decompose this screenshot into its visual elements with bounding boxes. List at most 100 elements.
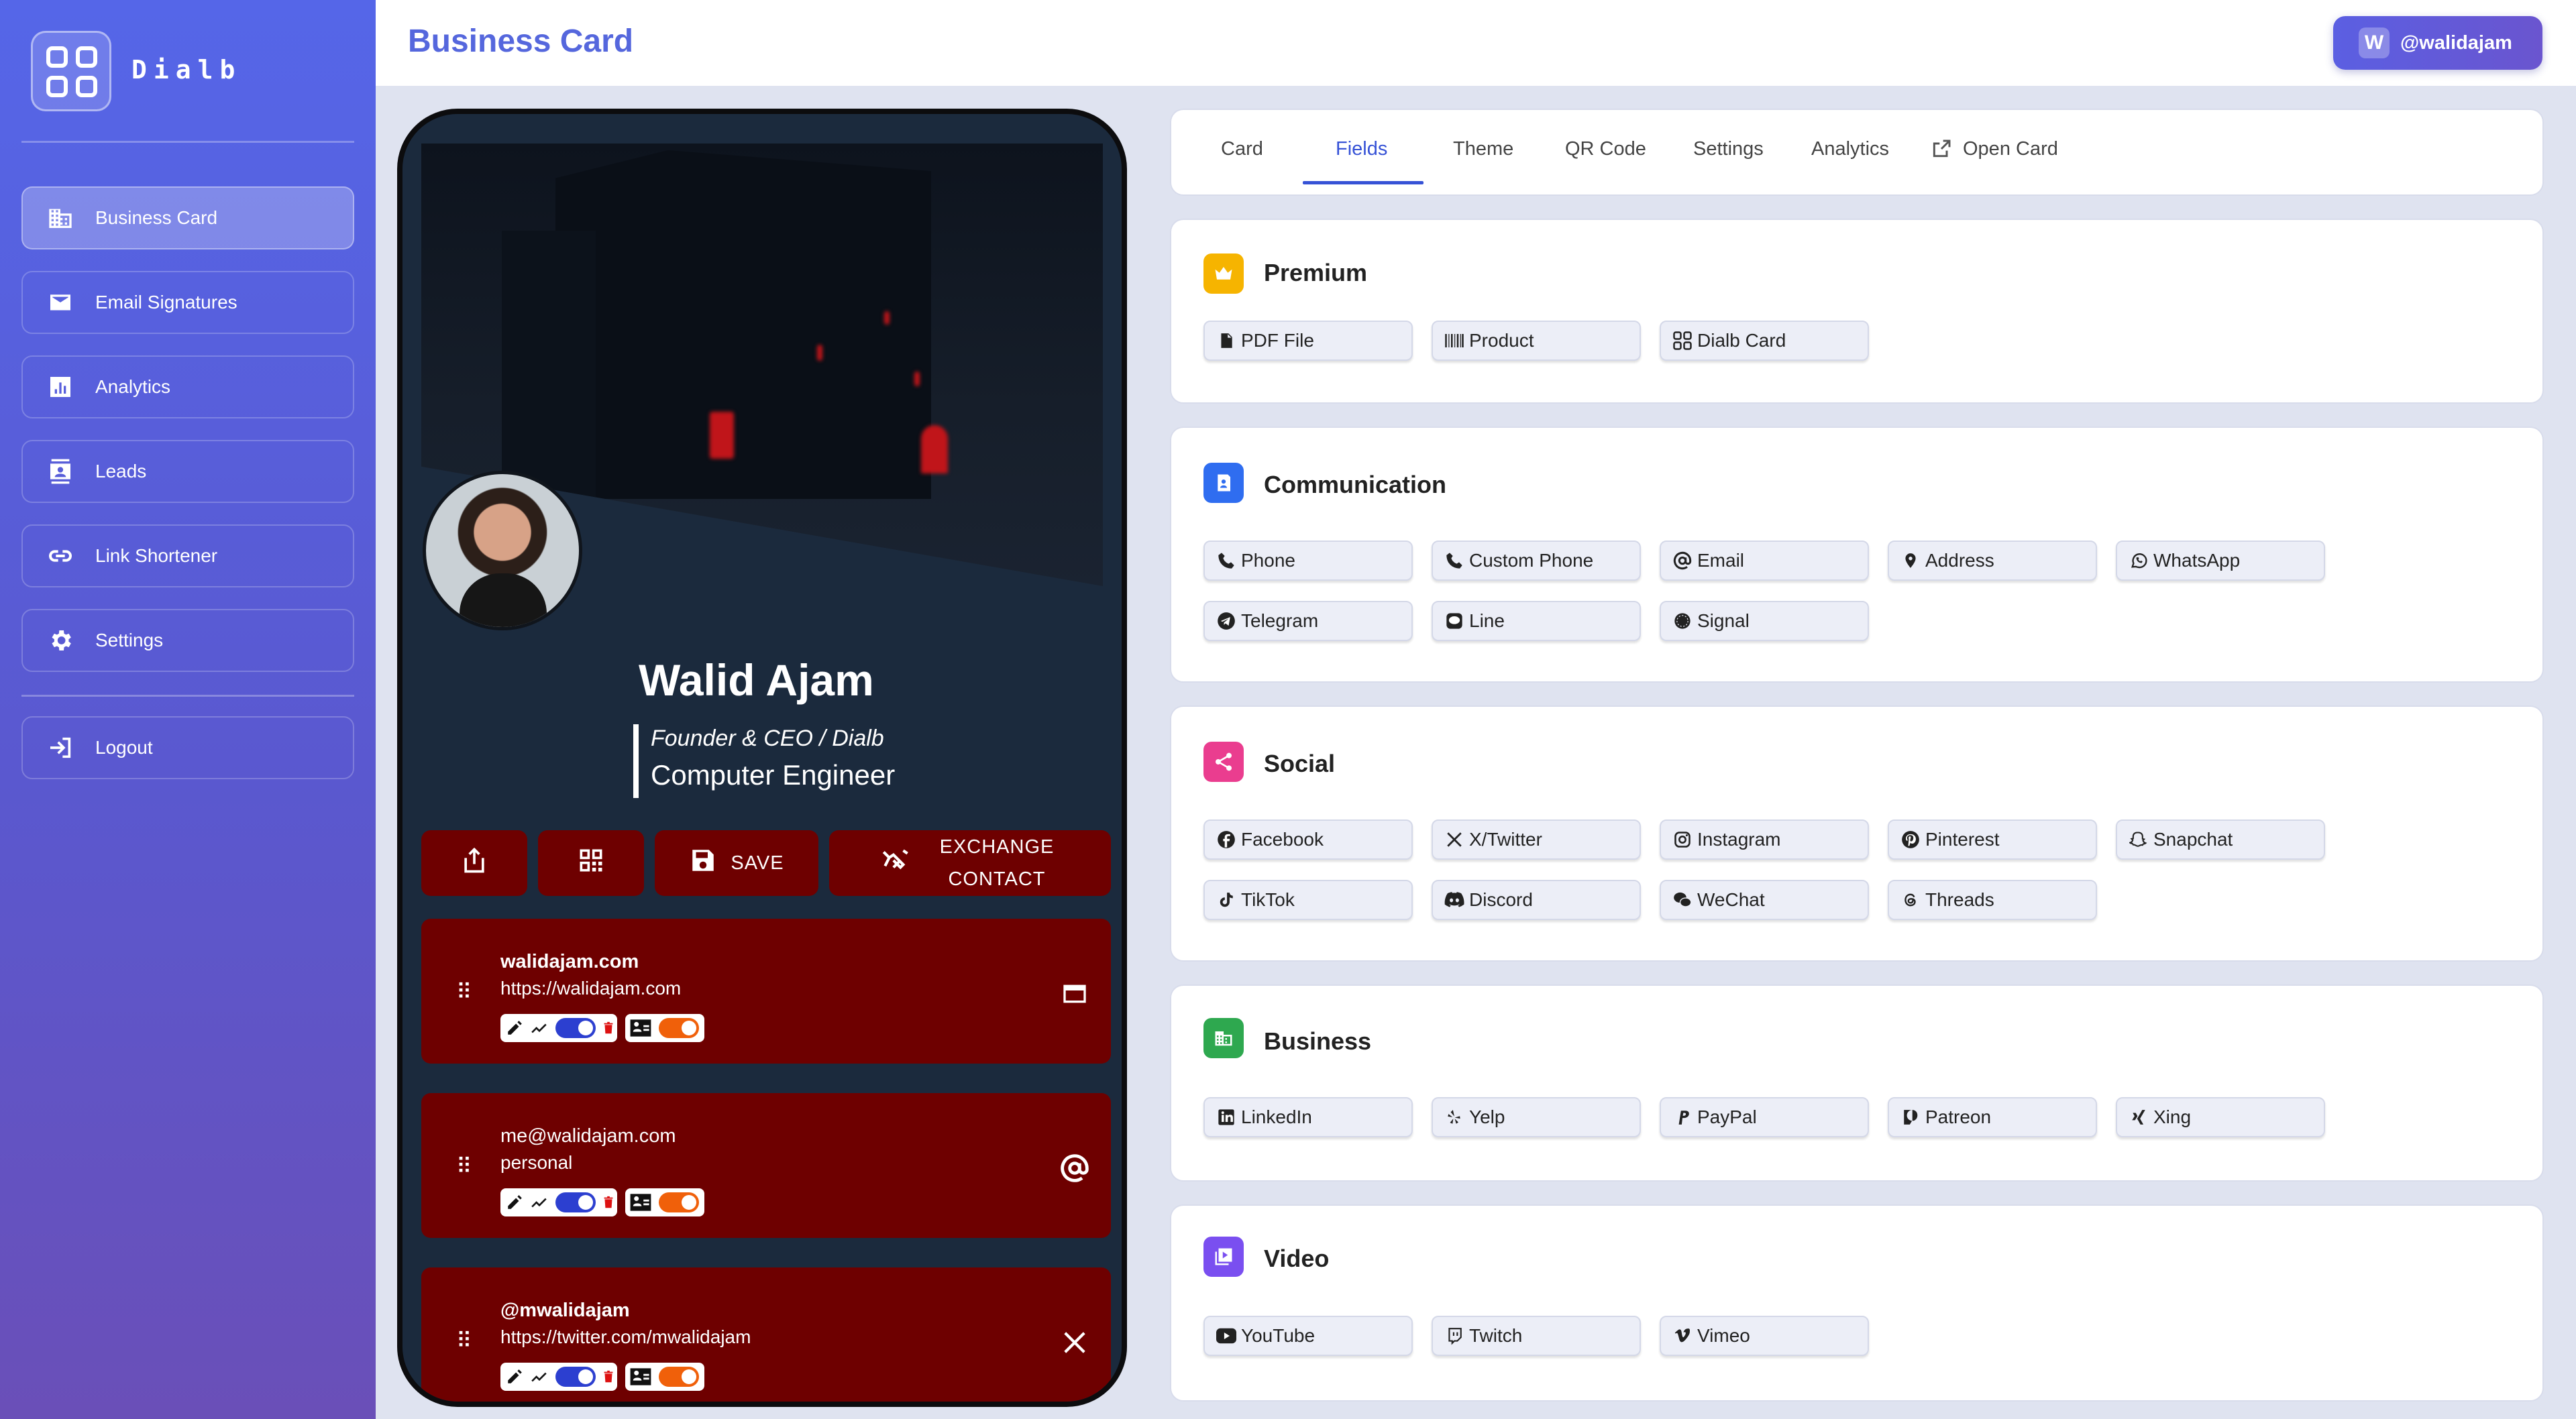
field-card-website[interactable]: ⠿ walidajam.com https://walidajam.com: [421, 919, 1111, 1064]
field-controls: [500, 1188, 617, 1216]
exchange-line1: EXCHANGE: [939, 836, 1055, 858]
share-button[interactable]: [421, 830, 527, 896]
card-preview-screen: Walid Ajam Founder & CEO / Dialb Compute…: [402, 114, 1122, 1402]
add-x-twitter-button[interactable]: X/Twitter: [1432, 819, 1641, 860]
add-dialb-card-button[interactable]: Dialb Card: [1660, 321, 1869, 361]
add-youtube-button[interactable]: YouTube: [1203, 1316, 1413, 1356]
sidebar-item-email-signatures[interactable]: Email Signatures: [21, 271, 354, 334]
telegram-icon: [1216, 610, 1237, 632]
analytics-icon[interactable]: [530, 1368, 549, 1389]
dialb-card-icon: [1672, 330, 1693, 351]
chip-label: WeChat: [1697, 889, 1765, 910]
whatsapp-icon: [2128, 550, 2149, 571]
section-premium: Premium PDF File Product Dialb Card: [1170, 219, 2544, 404]
logout-button[interactable]: Logout: [21, 716, 354, 779]
save-button[interactable]: SAVE: [655, 830, 818, 896]
tab-open-card[interactable]: Open Card: [1963, 138, 2058, 160]
chip-label: Instagram: [1697, 829, 1781, 850]
avatar: W: [2359, 27, 2390, 58]
sidebar-item-label: Link Shortener: [95, 545, 218, 566]
field-title: @mwalidajam: [500, 1300, 630, 1321]
tab-settings[interactable]: Settings: [1693, 138, 1764, 160]
sidebar-item-settings[interactable]: Settings: [21, 609, 354, 672]
add-snapchat-button[interactable]: Snapchat: [2116, 819, 2325, 860]
exchange-contact-label: EXCHANGE CONTACT: [940, 831, 1055, 895]
edit-icon[interactable]: [506, 1368, 523, 1389]
analytics-icon[interactable]: [530, 1019, 549, 1040]
add-custom-phone-button[interactable]: Custom Phone: [1432, 541, 1641, 581]
visibility-toggle[interactable]: [555, 1192, 596, 1212]
add-twitch-button[interactable]: Twitch: [1432, 1316, 1641, 1356]
add-whatsapp-button[interactable]: WhatsApp: [2116, 541, 2325, 581]
signal-icon: [1672, 610, 1693, 632]
tab-analytics[interactable]: Analytics: [1811, 138, 1889, 160]
add-threads-button[interactable]: Threads: [1888, 880, 2097, 920]
contact-toggle[interactable]: [659, 1192, 699, 1212]
tab-qr-code[interactable]: QR Code: [1565, 138, 1646, 160]
card-subtitle: Computer Engineer: [651, 759, 896, 791]
sidebar-item-analytics[interactable]: Analytics: [21, 355, 354, 418]
add-tiktok-button[interactable]: TikTok: [1203, 880, 1413, 920]
section-title: Communication: [1264, 471, 1447, 498]
contact-toggle[interactable]: [659, 1367, 699, 1387]
visibility-toggle[interactable]: [555, 1018, 596, 1038]
drag-handle-icon[interactable]: ⠿: [456, 1153, 472, 1179]
section-title: Premium: [1264, 259, 1368, 286]
add-facebook-button[interactable]: Facebook: [1203, 819, 1413, 860]
add-discord-button[interactable]: Discord: [1432, 880, 1641, 920]
visibility-toggle[interactable]: [555, 1367, 596, 1387]
field-card-twitter[interactable]: ⠿ @mwalidajam https://twitter.com/mwalid…: [421, 1267, 1111, 1402]
add-vimeo-button[interactable]: Vimeo: [1660, 1316, 1869, 1356]
vimeo-icon: [1672, 1325, 1693, 1347]
add-yelp-button[interactable]: Yelp: [1432, 1097, 1641, 1137]
add-email-button[interactable]: Email: [1660, 541, 1869, 581]
xing-icon: [2128, 1106, 2149, 1128]
exchange-contact-button[interactable]: EXCHANGE CONTACT: [829, 830, 1111, 896]
delete-icon[interactable]: [601, 1368, 616, 1389]
edit-icon[interactable]: [506, 1194, 523, 1214]
user-menu-button[interactable]: W @walidajam: [2333, 16, 2542, 70]
drag-handle-icon[interactable]: ⠿: [456, 979, 472, 1005]
add-pinterest-button[interactable]: Pinterest: [1888, 819, 2097, 860]
add-telegram-button[interactable]: Telegram: [1203, 601, 1413, 641]
analytics-icon[interactable]: [530, 1194, 549, 1214]
edit-icon[interactable]: [506, 1019, 523, 1040]
add-pdf-file-button[interactable]: PDF File: [1203, 321, 1413, 361]
at-icon: [1060, 1153, 1089, 1183]
sidebar-item-label: Business Card: [95, 207, 218, 228]
add-address-button[interactable]: Address: [1888, 541, 2097, 581]
drag-handle-icon[interactable]: ⠿: [456, 1328, 472, 1353]
sidebar-item-leads[interactable]: Leads: [21, 440, 354, 503]
contact-card-icon[interactable]: [629, 1367, 652, 1389]
page-title: Business Card: [408, 23, 634, 59]
add-paypal-button[interactable]: PayPal: [1660, 1097, 1869, 1137]
contact-card-icon[interactable]: [629, 1193, 652, 1215]
add-product-button[interactable]: Product: [1432, 321, 1641, 361]
delete-icon[interactable]: [601, 1019, 616, 1040]
add-instagram-button[interactable]: Instagram: [1660, 819, 1869, 860]
add-phone-button[interactable]: Phone: [1203, 541, 1413, 581]
building-icon: [1203, 1018, 1244, 1058]
qr-code-button[interactable]: [538, 830, 644, 896]
add-linkedin-button[interactable]: LinkedIn: [1203, 1097, 1413, 1137]
contacts-icon: [47, 458, 74, 485]
contact-controls: [625, 1363, 704, 1391]
section-social: Social Facebook X/Twitter Instagram Pint…: [1170, 705, 2544, 962]
contact-toggle[interactable]: [659, 1018, 699, 1038]
add-patreon-button[interactable]: Patreon: [1888, 1097, 2097, 1137]
sidebar-item-business-card[interactable]: Business Card: [21, 186, 354, 249]
phone-icon: [1444, 550, 1465, 571]
tab-fields[interactable]: Fields: [1336, 138, 1387, 160]
field-card-email[interactable]: ⠿ me@walidajam.com personal: [421, 1093, 1111, 1238]
add-line-button[interactable]: Line: [1432, 601, 1641, 641]
section-title: Video: [1264, 1245, 1330, 1272]
tab-card[interactable]: Card: [1221, 138, 1263, 160]
add-wechat-button[interactable]: WeChat: [1660, 880, 1869, 920]
add-signal-button[interactable]: Signal: [1660, 601, 1869, 641]
contact-controls: [625, 1014, 704, 1042]
delete-icon[interactable]: [601, 1194, 616, 1214]
add-xing-button[interactable]: Xing: [2116, 1097, 2325, 1137]
contact-card-icon[interactable]: [629, 1019, 652, 1041]
sidebar-item-link-shortener[interactable]: Link Shortener: [21, 524, 354, 587]
tab-theme[interactable]: Theme: [1453, 138, 1513, 160]
